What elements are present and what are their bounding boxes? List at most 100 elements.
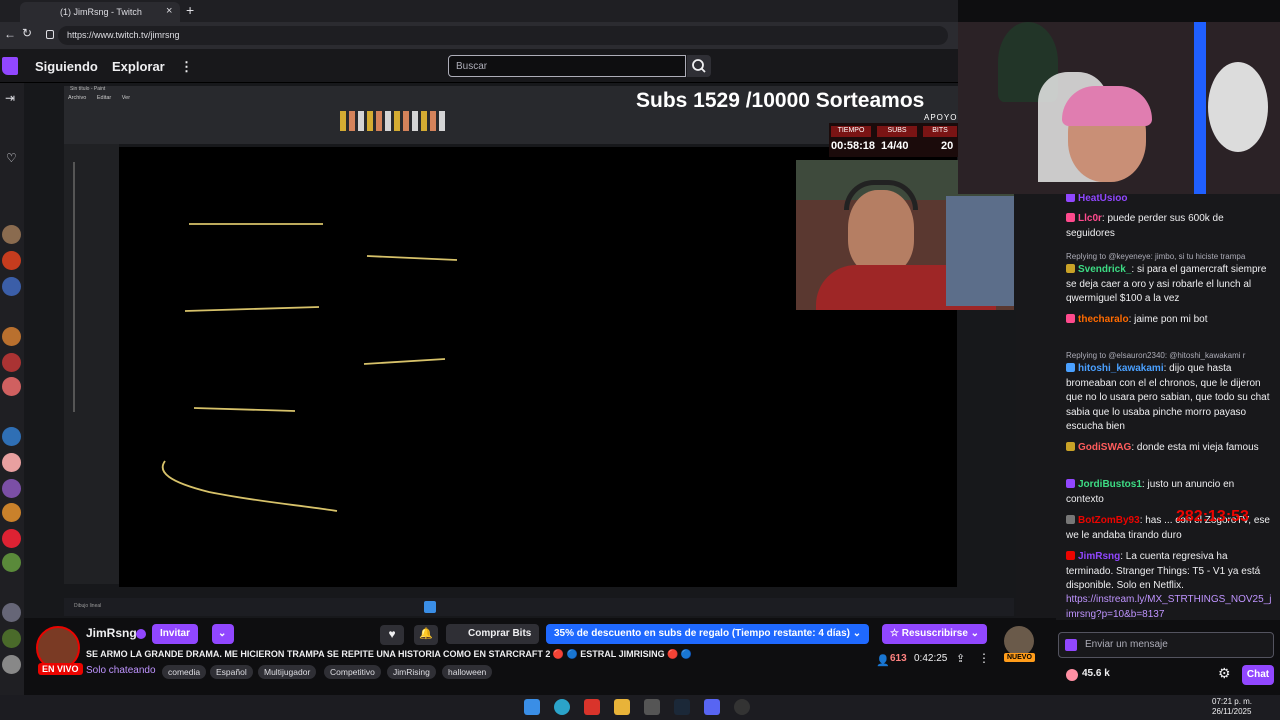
tag-chip[interactable]: Competitivo: [324, 665, 381, 679]
search-input[interactable]: Buscar: [448, 55, 686, 77]
edge-browser-icon[interactable]: [554, 699, 570, 715]
new-feature-avatar[interactable]: [1004, 626, 1034, 656]
followed-channel-avatar[interactable]: [2, 453, 21, 472]
paint-window-title: Sin título - Paint: [70, 86, 106, 92]
invite-dropdown-chevron-icon[interactable]: ⌄: [212, 624, 234, 644]
followed-channel-avatar[interactable]: [2, 629, 21, 648]
more-options-icon[interactable]: ⋮: [978, 651, 990, 665]
browser-tab[interactable]: (1) JimRsng - Twitch ×: [20, 2, 180, 22]
followed-channel-avatar[interactable]: [2, 529, 21, 548]
chat-badge-icon[interactable]: [1065, 639, 1077, 651]
verified-icon: [136, 629, 146, 639]
gift-sub-promo-button[interactable]: 35% de descuento en subs de regalo (Tiem…: [546, 624, 870, 644]
share-icon[interactable]: ⇪: [956, 652, 965, 665]
chat-text: jaime pon mi bot: [1134, 314, 1208, 325]
chat-username[interactable]: JordiBustos1: [1078, 479, 1142, 490]
tag-chip[interactable]: JimRising: [387, 665, 436, 679]
back-icon[interactable]: ←: [4, 27, 16, 41]
followed-channel-avatar[interactable]: [2, 377, 21, 396]
paint-zoom-slider: [64, 144, 119, 584]
followed-channel-avatar[interactable]: [2, 327, 21, 346]
chat-username[interactable]: GodiSWAG: [1078, 442, 1131, 453]
overlay-sub-goal: Subs 1529 /10000 Sorteamos: [636, 89, 925, 112]
sub-badge-icon: [1066, 264, 1075, 273]
tag-chip[interactable]: Español: [210, 665, 253, 679]
paint-menu-file: Archivo: [68, 95, 87, 101]
countdown-overlay: 282:13:53: [1176, 508, 1249, 525]
new-tab-icon[interactable]: +: [186, 2, 194, 18]
app-icon[interactable]: [644, 699, 660, 715]
follow-heart-icon[interactable]: ♥: [380, 625, 404, 645]
followed-channel-avatar[interactable]: [2, 251, 21, 270]
channel-points-value[interactable]: 45.6 k: [1082, 668, 1110, 679]
nav-following[interactable]: Siguiendo: [35, 59, 98, 74]
followed-channel-avatar[interactable]: [2, 603, 21, 622]
nav-more-icon[interactable]: ⋮: [180, 59, 193, 75]
resubscribe-label: Resuscribirse: [901, 628, 968, 639]
settings-icon[interactable]: ⚙: [1218, 665, 1231, 682]
search-placeholder: Buscar: [456, 61, 488, 72]
paint-menu-edit: Editar: [96, 95, 112, 101]
search-button[interactable]: [687, 55, 711, 77]
followed-channel-avatar[interactable]: [2, 277, 21, 296]
followed-channel-avatar[interactable]: [2, 427, 21, 446]
buy-bits-label: Comprar Bits: [468, 628, 532, 639]
followed-channel-avatar[interactable]: [2, 479, 21, 498]
buy-bits-button[interactable]: Comprar Bits: [446, 624, 540, 644]
chat-message: thecharalo: jaime pon mi bot: [1066, 313, 1272, 328]
close-tab-icon[interactable]: ×: [166, 5, 172, 17]
notification-bell-icon[interactable]: 🔔: [414, 625, 438, 645]
live-badge: EN VIVO: [38, 663, 83, 675]
chat-message: Llc0r: puede perder sus 600k de seguidor…: [1066, 213, 1224, 239]
chat-username[interactable]: HeatUsioo: [1078, 194, 1127, 204]
chat-username[interactable]: thecharalo: [1078, 314, 1129, 325]
stream-category[interactable]: Solo chateando: [86, 665, 156, 676]
channel-name[interactable]: JimRsng: [86, 626, 137, 640]
chat-username[interactable]: hitoshi_kawakami: [1078, 363, 1164, 374]
video-player[interactable]: Sin título - Paint Archivo Editar Ver Su…: [24, 83, 1016, 618]
nav-browse[interactable]: Explorar: [112, 59, 165, 74]
file-explorer-icon[interactable]: [614, 699, 630, 715]
chat-username[interactable]: Svendrick_: [1078, 264, 1131, 275]
chat-username[interactable]: BotZomBy93: [1078, 515, 1140, 526]
twitch-top-nav: Siguiendo Explorar ⋮ Buscar: [0, 49, 958, 83]
steam-icon[interactable]: [674, 699, 690, 715]
followed-channel-avatar[interactable]: [2, 225, 21, 244]
chat-input-placeholder: Enviar un mensaje: [1085, 639, 1168, 650]
paint-menu-view: Ver: [121, 95, 131, 101]
discord-icon[interactable]: [704, 699, 720, 715]
tag-chip[interactable]: halloween: [442, 665, 493, 679]
followed-channel-avatar[interactable]: [2, 503, 21, 522]
chat-link[interactable]: https://instream.ly/MX_STRTHINGS_NOV25_j…: [1066, 593, 1272, 620]
sub-badge-icon: [1066, 479, 1075, 488]
chat-username[interactable]: Llc0r: [1078, 213, 1102, 224]
resubscribe-button[interactable]: ☆ Resuscribirse ⌄: [882, 624, 988, 644]
chat-send-button[interactable]: Chat: [1242, 665, 1274, 685]
followed-channel-avatar[interactable]: [2, 353, 21, 372]
expand-rail-icon[interactable]: ⇥: [5, 91, 15, 105]
tag-chip[interactable]: Multijugador: [258, 665, 317, 679]
tag-chip[interactable]: comedia: [162, 665, 207, 679]
windows-taskbar: 07:21 p. m. 26/11/2025: [0, 695, 1280, 720]
search-icon: [692, 59, 706, 73]
followed-channel-avatar[interactable]: [2, 553, 21, 572]
time-label: TIEMPO: [831, 126, 871, 137]
chat-username[interactable]: JimRsng: [1078, 551, 1120, 562]
url-text: https://www.twitch.tv/jimrsng: [67, 30, 180, 40]
left-rail: ⇥ ♡: [0, 83, 24, 695]
channel-info-bar: EN VIVO JimRsng Invitar ⌄ ♥ 🔔 Comprar Bi…: [24, 618, 1056, 695]
sub-badge-icon: [1066, 213, 1075, 222]
url-field[interactable]: https://www.twitch.tv/jimrsng: [58, 26, 948, 45]
app-icon[interactable]: [584, 699, 600, 715]
channel-points-icon[interactable]: [1066, 669, 1078, 681]
obs-icon[interactable]: [734, 699, 750, 715]
followed-channel-avatar[interactable]: [2, 655, 21, 674]
chat-input[interactable]: Enviar un mensaje: [1058, 632, 1274, 658]
reload-icon[interactable]: ↻: [22, 26, 32, 40]
browser-tab-bar: (1) JimRsng - Twitch × +: [0, 0, 958, 22]
invite-button[interactable]: Invitar: [152, 624, 199, 644]
windows-start-icon[interactable]: [524, 699, 540, 715]
twitch-logo-icon[interactable]: [2, 57, 18, 75]
following-heart-icon[interactable]: ♡: [6, 151, 17, 165]
promo-label: 35% de descuento en subs de regalo (Tiem…: [554, 628, 851, 639]
